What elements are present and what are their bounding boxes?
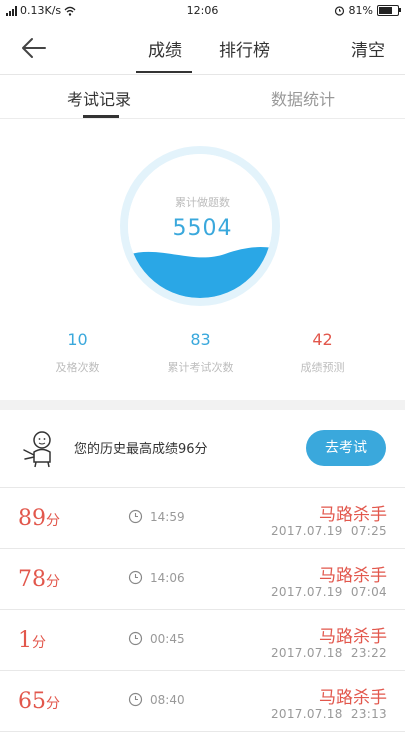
record-date: 2017.07.19 07:04 xyxy=(270,585,387,599)
record-title: 马路杀手 xyxy=(319,688,387,708)
gauge-value: 5504 xyxy=(172,216,233,241)
stat-number: 42 xyxy=(312,330,333,349)
record-date: 2017.07.18 23:13 xyxy=(270,707,387,721)
record-title: 马路杀手 xyxy=(319,505,387,525)
active-tab-indicator xyxy=(136,71,192,73)
sub-tabs: 考试记录 数据统计 xyxy=(0,74,405,119)
best-score-banner: 您的历史最高成绩96分 去考试 xyxy=(0,410,405,488)
stat-label: 累计考试次数 xyxy=(167,361,234,374)
subtab-data-stats[interactable]: 数据统计 xyxy=(271,86,335,110)
stat-exam-count: 83 累计考试次数 xyxy=(133,330,268,375)
nav-bar: 成绩 排行榜 清空 xyxy=(0,22,405,75)
tab-score[interactable]: 成绩 xyxy=(148,36,182,61)
record-score: 78分 xyxy=(18,567,60,592)
battery-percent: 81% xyxy=(348,4,373,17)
status-bar: 0.13K/s 12:06 81% xyxy=(0,0,405,22)
subtab-exam-records[interactable]: 考试记录 xyxy=(67,86,131,110)
record-duration: 08:40 xyxy=(150,693,185,707)
active-subtab-indicator xyxy=(83,115,119,118)
stat-number: 83 xyxy=(190,330,211,349)
record-title: 马路杀手 xyxy=(319,566,387,586)
record-duration: 14:06 xyxy=(150,571,185,585)
clock-icon xyxy=(128,692,143,707)
record-duration: 00:45 xyxy=(150,632,185,646)
stat-pass-count: 10 及格次数 xyxy=(10,330,145,375)
alarm-icon xyxy=(334,6,344,16)
record-title: 马路杀手 xyxy=(319,627,387,647)
record-duration: 14:59 xyxy=(150,510,185,524)
stat-number: 10 xyxy=(67,330,88,349)
clear-button[interactable]: 清空 xyxy=(351,36,385,61)
clock-icon xyxy=(128,631,143,646)
exam-record-row[interactable]: 89分 14:59 马路杀手 2017.07.19 07:25 xyxy=(0,488,405,549)
status-right: 81% xyxy=(334,4,401,17)
stat-label: 及格次数 xyxy=(55,361,100,374)
stat-label: 成绩预测 xyxy=(300,361,345,374)
exam-record-row[interactable]: 65分 08:40 马路杀手 2017.07.18 23:13 xyxy=(0,671,405,732)
exam-record-row[interactable]: 78分 14:06 马路杀手 2017.07.19 07:04 xyxy=(0,549,405,610)
record-date: 2017.07.18 23:22 xyxy=(270,646,387,660)
gauge-label: 累计做题数 xyxy=(175,196,230,209)
section-divider xyxy=(0,400,405,410)
stat-score-prediction: 42 成绩预测 xyxy=(255,330,390,375)
clock-icon xyxy=(128,570,143,585)
take-exam-button[interactable]: 去考试 xyxy=(306,430,386,466)
battery-icon xyxy=(377,5,401,16)
record-score: 1分 xyxy=(18,628,46,653)
back-arrow-icon[interactable] xyxy=(20,36,46,60)
tab-ranking[interactable]: 排行榜 xyxy=(219,36,270,61)
record-score: 89分 xyxy=(18,506,60,531)
clock-icon xyxy=(128,509,143,524)
record-score: 65分 xyxy=(18,689,60,714)
best-score-text: 您的历史最高成绩96分 xyxy=(74,442,208,457)
record-date: 2017.07.19 07:25 xyxy=(270,524,387,538)
exam-record-row[interactable]: 1分 00:45 马路杀手 2017.07.18 23:22 xyxy=(0,610,405,671)
mascot-icon xyxy=(23,431,51,468)
